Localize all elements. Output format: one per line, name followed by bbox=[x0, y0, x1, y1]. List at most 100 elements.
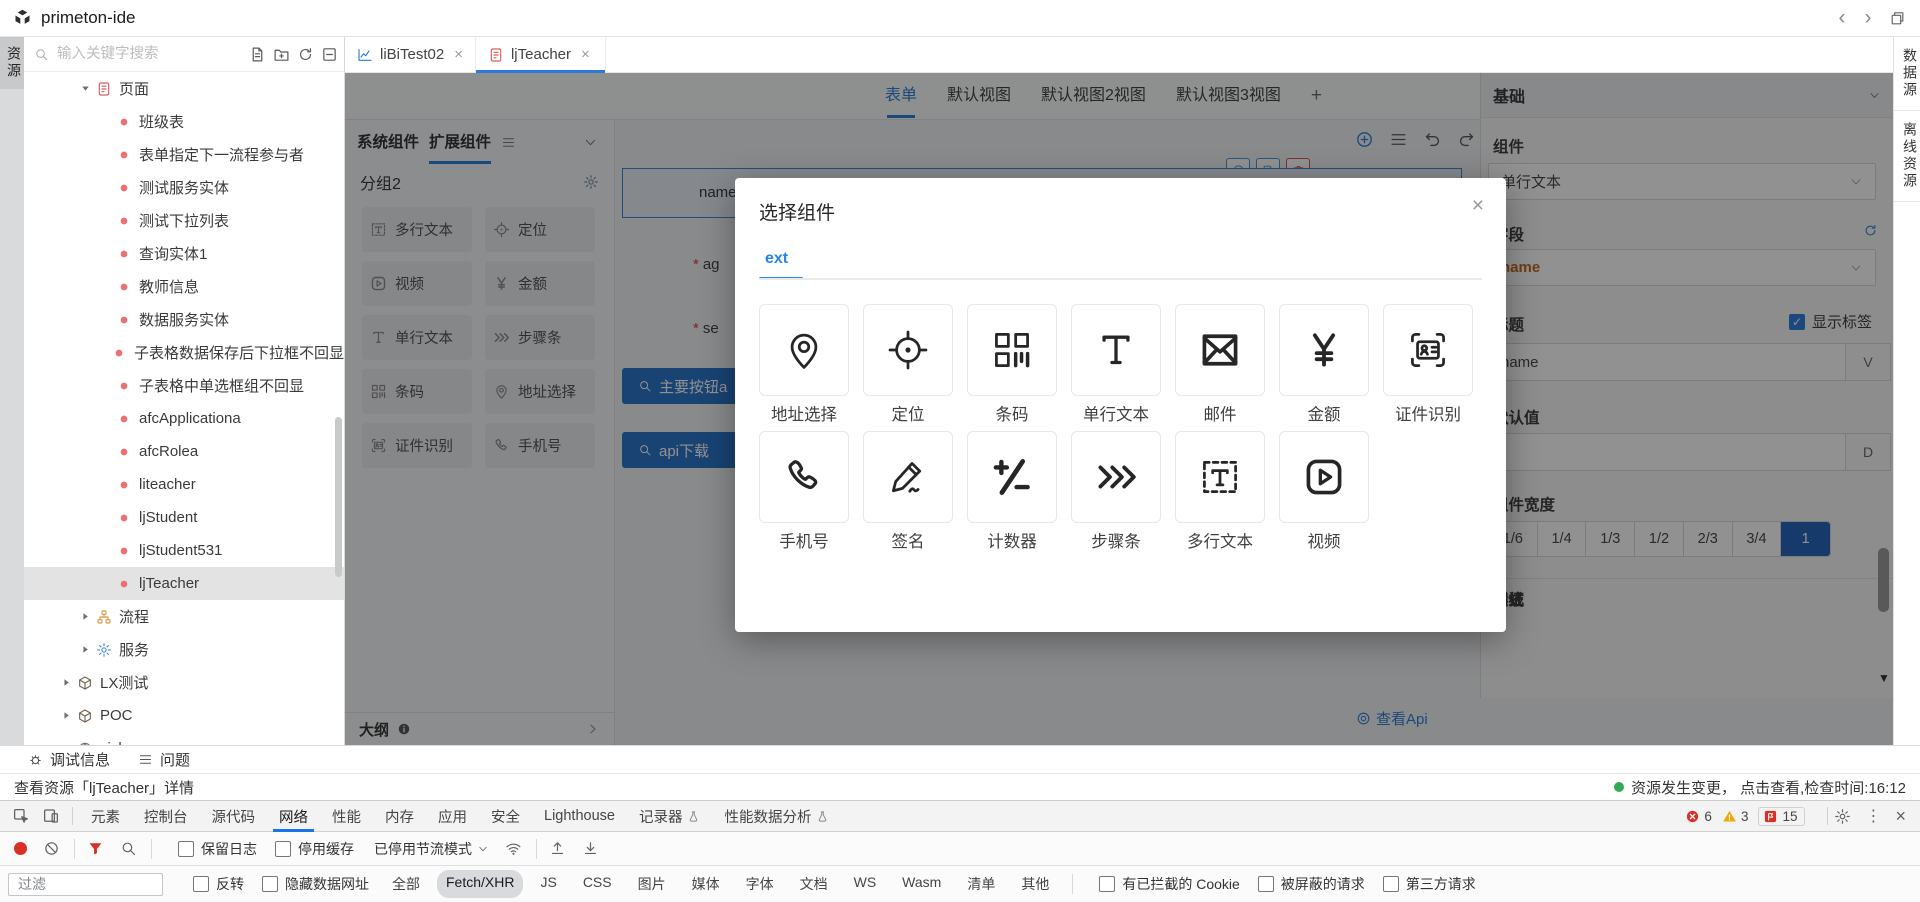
filter-chip[interactable]: Fetch/XHR bbox=[437, 870, 523, 898]
record-button[interactable] bbox=[14, 842, 27, 855]
editor-tab[interactable]: liBiTest02 × bbox=[345, 37, 476, 72]
toolbar-checkbox[interactable]: 保留日志 bbox=[178, 839, 257, 859]
nav-back-icon[interactable]: ‹ bbox=[1829, 6, 1855, 30]
new-folder-icon[interactable] bbox=[273, 46, 290, 63]
upload-icon[interactable] bbox=[549, 840, 566, 857]
wifi-icon[interactable] bbox=[505, 840, 522, 857]
devtools-tab[interactable]: 性能 bbox=[320, 801, 373, 832]
tree-item[interactable]: 流程 bbox=[24, 600, 344, 633]
filter-chip[interactable]: 字体 bbox=[737, 870, 783, 898]
filter-chip[interactable]: WS bbox=[845, 870, 886, 898]
search-icon[interactable] bbox=[120, 840, 137, 857]
tree-item[interactable]: cicla bbox=[24, 732, 344, 745]
component-option[interactable]: 证件识别 bbox=[1383, 304, 1473, 425]
devtools-close-icon[interactable]: × bbox=[1895, 806, 1906, 827]
kebab-menu-icon[interactable]: ⋮ bbox=[1865, 806, 1881, 826]
filter-funnel-icon[interactable] bbox=[87, 840, 104, 857]
tree-item[interactable]: 服务 bbox=[24, 633, 344, 666]
filter-chip[interactable]: Wasm bbox=[893, 870, 950, 898]
component-option[interactable]: 手机号 bbox=[759, 431, 849, 552]
filter-checkbox[interactable]: 第三方请求 bbox=[1383, 874, 1476, 894]
filter-checkbox[interactable]: 隐藏数据网址 bbox=[262, 874, 369, 894]
component-option[interactable]: 地址选择 bbox=[759, 304, 849, 425]
bottom-tab[interactable]: 问题 bbox=[138, 749, 190, 770]
component-option[interactable]: 邮件 bbox=[1175, 304, 1265, 425]
tree-item[interactable]: LX测试 bbox=[24, 666, 344, 699]
nav-forward-icon[interactable]: › bbox=[1855, 6, 1881, 30]
tree-item[interactable]: 查询实体1 bbox=[24, 237, 344, 270]
tree-item[interactable]: afcRolea bbox=[24, 435, 344, 468]
bottom-tab[interactable]: 调试信息 bbox=[28, 749, 110, 770]
tree-item[interactable]: 子表格数据保存后下拉框不回显 bbox=[24, 336, 344, 369]
tree-item[interactable]: ljTeacher bbox=[24, 567, 344, 600]
tree-item[interactable]: 测试下拉列表 bbox=[24, 204, 344, 237]
component-option[interactable]: 多行文本 bbox=[1175, 431, 1265, 552]
tree-item[interactable]: liteacher bbox=[24, 468, 344, 501]
tree-item[interactable]: 数据服务实体 bbox=[24, 303, 344, 336]
devtools-tab[interactable]: 元素 bbox=[79, 801, 132, 832]
close-icon[interactable]: × bbox=[581, 46, 590, 63]
editor-tab[interactable]: ljTeacher × bbox=[476, 37, 606, 72]
filter-chip[interactable]: JS bbox=[531, 870, 565, 898]
devtools-tab[interactable]: 控制台 bbox=[132, 801, 200, 832]
status-right-text[interactable]: 资源发生变更， 点击查看,检查时间:16:12 bbox=[1631, 777, 1906, 798]
rail-tab-resources[interactable]: 资源 bbox=[0, 37, 24, 89]
filter-checkbox[interactable]: 反转 bbox=[193, 874, 244, 894]
right-rail-tab[interactable]: 离线资源 bbox=[1894, 111, 1920, 202]
tree-item[interactable]: 子表格中单选框组不回显 bbox=[24, 369, 344, 402]
component-option[interactable]: 步骤条 bbox=[1071, 431, 1161, 552]
filter-chip[interactable]: 全部 bbox=[383, 870, 429, 898]
component-option[interactable]: 金额 bbox=[1279, 304, 1369, 425]
component-option[interactable]: 签名 bbox=[863, 431, 953, 552]
inspect-icon[interactable] bbox=[12, 807, 30, 825]
component-option[interactable]: 单行文本 bbox=[1071, 304, 1161, 425]
devtools-tab[interactable]: 源代码 bbox=[200, 801, 268, 832]
tree-item[interactable]: 表单指定下一流程参与者 bbox=[24, 138, 344, 171]
window-restore-icon[interactable] bbox=[1889, 10, 1906, 27]
filter-input[interactable] bbox=[16, 875, 155, 893]
issues-badge[interactable]: 15 bbox=[1758, 807, 1805, 826]
devtools-tab[interactable]: 安全 bbox=[479, 801, 532, 832]
tree-item[interactable]: ljStudent531 bbox=[24, 534, 344, 567]
close-icon[interactable]: × bbox=[454, 46, 463, 63]
filter-chip[interactable]: 文档 bbox=[791, 870, 837, 898]
search-input[interactable] bbox=[55, 45, 242, 63]
tree-item[interactable]: POC bbox=[24, 699, 344, 732]
tree-item[interactable]: 教师信息 bbox=[24, 270, 344, 303]
tree-item[interactable]: 班级表 bbox=[24, 105, 344, 138]
devtools-tab[interactable]: Lighthouse bbox=[532, 801, 627, 832]
error-badge[interactable]: 6 bbox=[1685, 809, 1712, 824]
warning-badge[interactable]: 3 bbox=[1722, 809, 1749, 824]
device-toolbar-icon[interactable] bbox=[42, 807, 60, 825]
devtools-tab[interactable]: 记录器 bbox=[627, 801, 713, 832]
filter-checkbox[interactable]: 被屏蔽的请求 bbox=[1258, 874, 1365, 894]
devtools-tab[interactable]: 内存 bbox=[373, 801, 426, 832]
component-option[interactable]: 计数器 bbox=[967, 431, 1057, 552]
settings-gear-icon[interactable] bbox=[1834, 808, 1851, 825]
devtools-tab[interactable]: 网络 bbox=[267, 801, 320, 832]
filter-chip[interactable]: 图片 bbox=[629, 870, 675, 898]
download-icon[interactable] bbox=[582, 840, 599, 857]
status-left-text[interactable]: 查看资源「ljTeacher」详情 bbox=[14, 777, 194, 798]
component-option[interactable]: 条码 bbox=[967, 304, 1057, 425]
throttle-select[interactable]: 已停用节流模式 bbox=[374, 839, 489, 859]
tree-item[interactable]: 测试服务实体 bbox=[24, 171, 344, 204]
filter-chip[interactable]: 媒体 bbox=[683, 870, 729, 898]
right-rail-tab[interactable]: 数据源 bbox=[1894, 37, 1920, 111]
filter-chip[interactable]: CSS bbox=[574, 870, 621, 898]
collapse-all-icon[interactable] bbox=[321, 46, 338, 63]
tree-item[interactable]: ljStudent bbox=[24, 501, 344, 534]
devtools-tab[interactable]: 性能数据分析 bbox=[712, 801, 841, 832]
filter-checkbox[interactable]: 有已拦截的 Cookie bbox=[1099, 874, 1239, 894]
filter-chip[interactable]: 清单 bbox=[958, 870, 1004, 898]
modal-tab-ext[interactable]: ext bbox=[759, 250, 794, 277]
tree-item[interactable]: 页面 bbox=[24, 72, 344, 105]
filter-chip[interactable]: 其他 bbox=[1012, 870, 1058, 898]
refresh-icon[interactable] bbox=[297, 46, 314, 63]
component-option[interactable]: 视频 bbox=[1279, 431, 1369, 552]
import-page-icon[interactable] bbox=[249, 46, 266, 63]
explorer-scrollbar[interactable] bbox=[335, 417, 342, 577]
component-option[interactable]: 定位 bbox=[863, 304, 953, 425]
clear-icon[interactable] bbox=[43, 840, 60, 857]
toolbar-checkbox[interactable]: 停用缓存 bbox=[275, 839, 354, 859]
